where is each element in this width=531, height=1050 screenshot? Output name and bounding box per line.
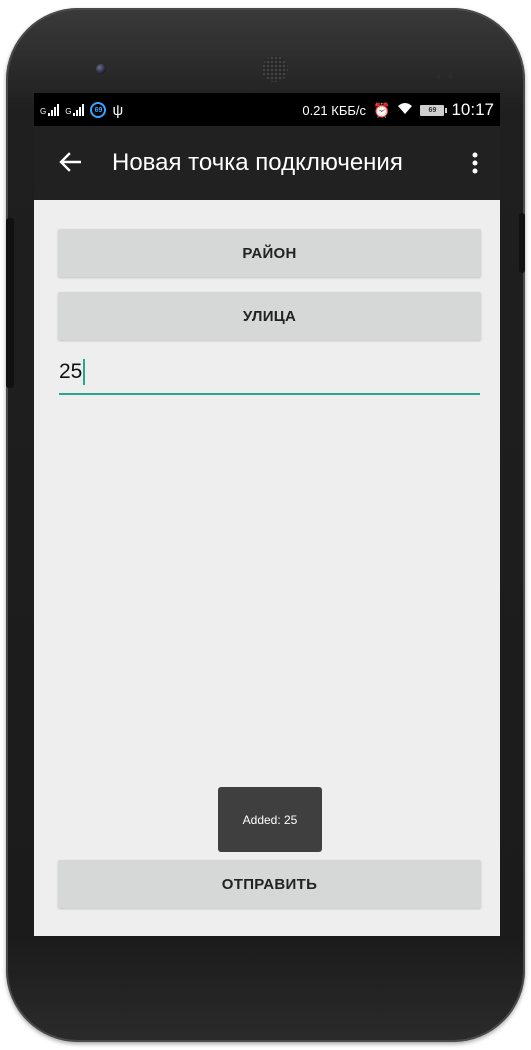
phone-screen: G G 69 ψ 0.21 КББ/с ⏰ 69 10:17 Новая точ… [34,93,500,936]
earpiece-speaker [262,56,288,82]
arrow-back-icon [59,152,81,172]
send-button[interactable]: ОТПРАВИТЬ [58,860,481,908]
signal-strength-icon-2: G [65,104,85,116]
app-bar: Новая точка подключения [34,126,500,200]
back-button[interactable] [52,144,88,180]
volume-button [6,218,14,388]
house-number-input[interactable]: 25 [59,355,480,395]
house-number-value: 25 [59,360,83,383]
toast-message: Added: 25 [218,787,322,852]
alarm-icon: ⏰ [373,101,391,118]
battery-icon: 69 [420,104,448,116]
notification-badge-icon: 69 [90,102,107,118]
overflow-menu-button[interactable] [460,146,490,180]
text-cursor [83,359,85,385]
status-bar: G G 69 ψ 0.21 КББ/с ⏰ 69 10:17 [34,93,500,126]
page-title: Новая точка подключения [112,149,403,176]
signal-strength-icon: G [40,104,60,116]
more-vert-icon [472,152,478,174]
power-button [519,213,525,273]
proximity-sensors [436,66,466,79]
wifi-icon [397,102,413,118]
front-camera [96,64,106,74]
network-speed: 0.21 КББ/с [302,102,367,118]
usb-icon: ψ [112,101,124,119]
clock: 10:17 [451,100,494,119]
district-button[interactable]: РАЙОН [58,229,481,277]
street-button[interactable]: УЛИЦА [58,292,481,340]
status-left-group: G G 69 ψ [40,100,123,120]
status-right-group: 0.21 КББ/с ⏰ 69 10:17 [302,99,494,121]
